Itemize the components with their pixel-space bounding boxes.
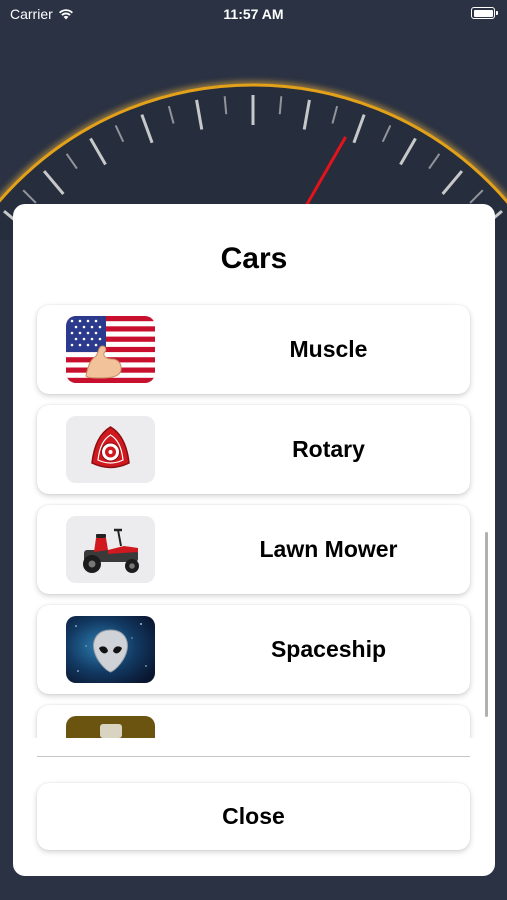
list-item-partial[interactable] [37, 705, 470, 738]
cars-list[interactable]: Muscle Rotary Lawn Mower Spaceship [13, 302, 495, 738]
list-item-rotary[interactable]: Rotary [37, 405, 470, 494]
list-item-lawn-mower[interactable]: Lawn Mower [37, 505, 470, 594]
rotary-engine-rotor-icon [66, 416, 155, 483]
list-item-muscle[interactable]: Muscle [37, 305, 470, 394]
alien-face-icon [66, 616, 155, 683]
list-item-label: Muscle [289, 336, 368, 362]
list-item-label: Lawn Mower [259, 536, 398, 562]
list-item-label: Spaceship [270, 636, 387, 662]
us-flag-flexed-biceps-icon [66, 316, 155, 383]
divider [37, 756, 470, 757]
status-bar: Carrier 11:57 AM [0, 0, 507, 30]
list-item-spaceship[interactable]: Spaceship [37, 605, 470, 694]
list-item-label: Rotary [292, 436, 365, 462]
list-item-label [187, 705, 470, 738]
riding-lawn-mower-icon [66, 516, 155, 583]
close-button[interactable]: Close [37, 783, 470, 850]
partial-item-icon [66, 716, 155, 738]
status-time: 11:57 AM [223, 6, 284, 22]
modal-title: Cars [220, 242, 288, 275]
cars-picker-modal: Cars Muscle Rotary Lawn Mower Spaceship … [13, 204, 495, 876]
battery-icon [471, 7, 498, 19]
list-scrollbar[interactable] [485, 532, 488, 717]
